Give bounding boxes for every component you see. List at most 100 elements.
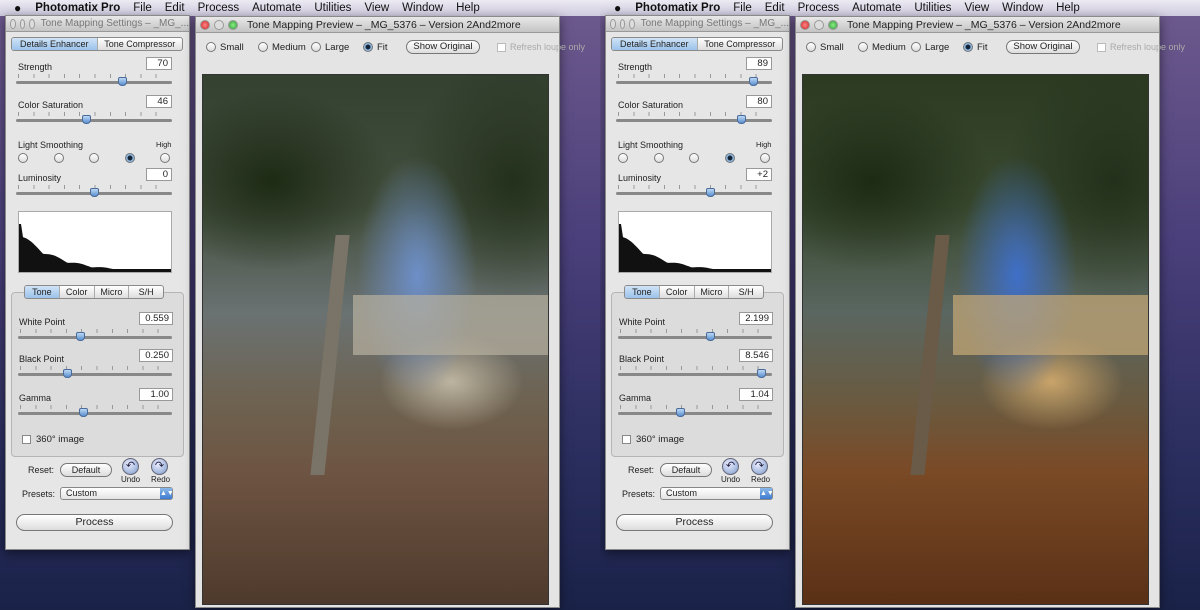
window-zoom-button[interactable]	[228, 19, 238, 30]
tab-tone[interactable]: Tone	[625, 286, 660, 298]
white_point-slider[interactable]	[618, 329, 772, 341]
slider-thumb[interactable]	[82, 115, 92, 124]
saturation-slider[interactable]	[616, 112, 772, 124]
gamma-slider[interactable]	[18, 405, 172, 417]
refresh-loupe-checkbox[interactable]	[497, 43, 506, 52]
luminosity-slider[interactable]	[16, 185, 172, 197]
light-smoothing-radio[interactable]	[724, 153, 735, 163]
menu-view[interactable]: View	[964, 2, 989, 14]
light-smoothing-radio[interactable]	[653, 153, 664, 163]
slider-thumb[interactable]	[736, 115, 746, 124]
menu-utilities[interactable]: Utilities	[914, 2, 951, 14]
process-button[interactable]: Process	[16, 514, 173, 531]
menu-app-name[interactable]: Photomatix Pro	[35, 2, 120, 14]
show-original-button[interactable]: Show Original	[1006, 40, 1080, 54]
tab-micro[interactable]: Micro	[695, 286, 730, 298]
strength-value-field[interactable]: 70	[146, 57, 172, 70]
size-radio-medium[interactable]	[858, 42, 868, 52]
white_point-slider[interactable]	[18, 329, 172, 341]
luminosity-value-field[interactable]: +2	[746, 168, 772, 181]
slider-thumb[interactable]	[78, 408, 88, 417]
tab-color[interactable]: Color	[660, 286, 695, 298]
gamma-value-field[interactable]: 1.04	[739, 388, 773, 401]
window-minimize-button[interactable]	[814, 19, 824, 30]
apple-menu-icon[interactable]: ●	[14, 1, 21, 15]
tab-details-enhancer[interactable]: Details Enhancer	[612, 38, 698, 50]
window-close-button[interactable]	[200, 19, 210, 30]
light-smoothing-radio[interactable]	[89, 153, 99, 163]
menu-automate[interactable]: Automate	[252, 2, 301, 14]
window-zoom-button[interactable]	[629, 18, 635, 29]
show-original-button[interactable]: Show Original	[406, 40, 480, 54]
black_point-value-field[interactable]: 0.250	[139, 349, 173, 362]
tab-micro[interactable]: Micro	[95, 286, 130, 298]
redo-button[interactable]: ↷	[151, 458, 168, 475]
menu-window[interactable]: Window	[402, 2, 443, 14]
tab-sh[interactable]: S/H	[729, 286, 763, 298]
tab-details-enhancer[interactable]: Details Enhancer	[12, 38, 98, 50]
menu-automate[interactable]: Automate	[852, 2, 901, 14]
luminosity-slider[interactable]	[616, 185, 772, 197]
presets-dropdown[interactable]: Custom ▲▼	[60, 487, 174, 500]
saturation-value-field[interactable]: 46	[146, 95, 172, 108]
slider-thumb[interactable]	[118, 77, 128, 86]
window-close-button[interactable]	[800, 19, 810, 30]
window-close-button[interactable]	[610, 18, 616, 29]
slider-thumb[interactable]	[705, 188, 715, 197]
menu-edit[interactable]: Edit	[165, 2, 185, 14]
apple-menu-icon[interactable]: ●	[614, 1, 621, 15]
size-radio-fit[interactable]	[363, 42, 373, 52]
gamma-slider[interactable]	[618, 405, 772, 417]
refresh-loupe-checkbox[interactable]	[1097, 43, 1106, 52]
menu-process[interactable]: Process	[198, 2, 240, 14]
luminosity-value-field[interactable]: 0	[146, 168, 172, 181]
redo-button[interactable]: ↷	[751, 458, 768, 475]
window-minimize-button[interactable]	[214, 19, 224, 30]
slider-thumb[interactable]	[90, 188, 99, 197]
tab-sh[interactable]: S/H	[129, 286, 163, 298]
gamma-value-field[interactable]: 1.00	[139, 388, 173, 401]
size-radio-small[interactable]	[806, 42, 816, 52]
window-close-button[interactable]	[10, 18, 16, 29]
undo-button[interactable]: ↶	[722, 458, 739, 475]
light-smoothing-radio[interactable]	[760, 153, 770, 163]
size-radio-large[interactable]	[311, 42, 321, 52]
black_point-slider[interactable]	[18, 366, 172, 378]
strength-slider[interactable]	[16, 74, 172, 86]
window-zoom-button[interactable]	[828, 19, 838, 30]
light-smoothing-radio[interactable]	[160, 153, 170, 163]
window-minimize-button[interactable]	[619, 18, 626, 29]
size-radio-medium[interactable]	[258, 42, 268, 52]
menu-edit[interactable]: Edit	[765, 2, 785, 14]
360-image-checkbox[interactable]	[622, 435, 631, 444]
window-zoom-button[interactable]	[29, 18, 35, 29]
light-smoothing-radio[interactable]	[124, 153, 135, 163]
black_point-value-field[interactable]: 8.546	[739, 349, 773, 362]
slider-thumb[interactable]	[75, 332, 85, 341]
size-radio-fit[interactable]	[963, 42, 973, 52]
default-button[interactable]: Default	[60, 463, 112, 477]
menu-window[interactable]: Window	[1002, 2, 1043, 14]
slider-thumb[interactable]	[749, 77, 759, 86]
360-image-checkbox[interactable]	[22, 435, 31, 444]
strength-slider[interactable]	[616, 74, 772, 86]
slider-thumb[interactable]	[706, 332, 716, 341]
size-radio-small[interactable]	[206, 42, 216, 52]
white_point-value-field[interactable]: 2.199	[739, 312, 773, 325]
strength-value-field[interactable]: 89	[746, 57, 772, 70]
menu-utilities[interactable]: Utilities	[314, 2, 351, 14]
process-button[interactable]: Process	[616, 514, 773, 531]
tab-tone[interactable]: Tone	[25, 286, 60, 298]
slider-thumb[interactable]	[675, 408, 685, 417]
saturation-slider[interactable]	[16, 112, 172, 124]
menu-app-name[interactable]: Photomatix Pro	[635, 2, 720, 14]
presets-dropdown[interactable]: Custom ▲▼	[660, 487, 774, 500]
slider-thumb[interactable]	[63, 369, 73, 378]
default-button[interactable]: Default	[660, 463, 712, 477]
white_point-value-field[interactable]: 0.559	[139, 312, 173, 325]
menu-help[interactable]: Help	[1056, 2, 1080, 14]
menu-file[interactable]: File	[733, 2, 752, 14]
light-smoothing-radio[interactable]	[18, 153, 28, 163]
menu-help[interactable]: Help	[456, 2, 480, 14]
light-smoothing-radio[interactable]	[689, 153, 699, 163]
